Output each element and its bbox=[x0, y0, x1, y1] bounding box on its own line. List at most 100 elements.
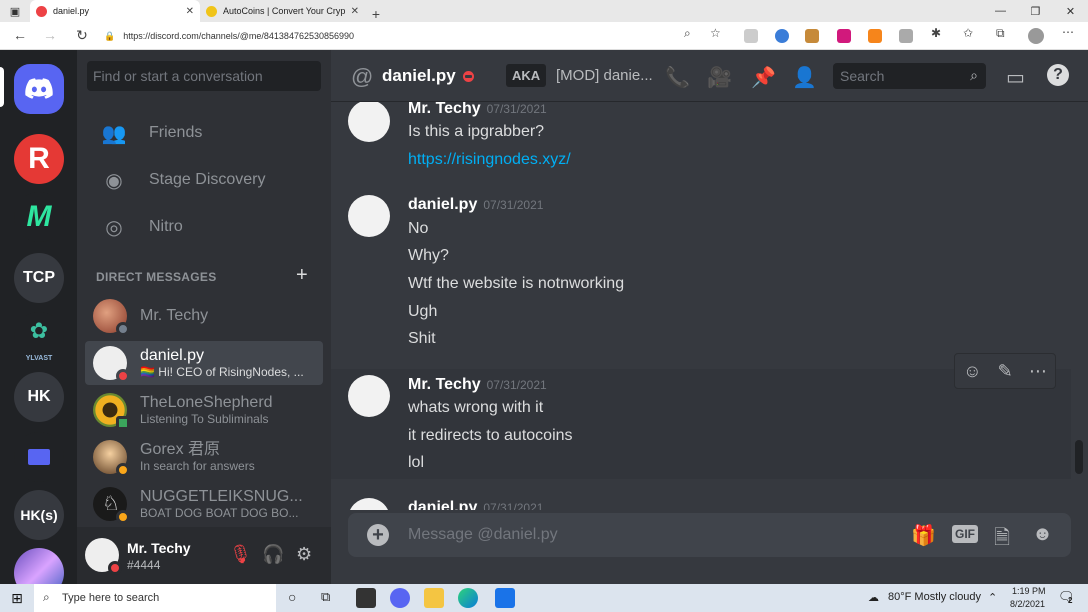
zoom-icon[interactable]: ⌕ bbox=[684, 26, 691, 41]
message-link[interactable]: https://risingnodes.xyz/ bbox=[408, 151, 571, 169]
minimize-icon[interactable]: — bbox=[983, 0, 1018, 22]
dm-item[interactable]: TheLoneShepherd Listening To Subliminals bbox=[85, 388, 323, 432]
extensions-puzzle-icon[interactable]: ✱ bbox=[931, 26, 941, 40]
message-author[interactable]: Mr. Techy 07/31/2021 bbox=[408, 102, 547, 118]
scrollbar[interactable] bbox=[1075, 440, 1083, 474]
upload-plus-icon[interactable]: + bbox=[367, 524, 389, 546]
server-icon-tcp[interactable]: TCP bbox=[14, 253, 64, 303]
favorites-bar-icon[interactable]: ✩ bbox=[963, 26, 973, 40]
favorite-icon[interactable]: ☆ bbox=[710, 26, 721, 40]
store-icon[interactable] bbox=[356, 588, 376, 608]
message-text: Why? bbox=[408, 247, 449, 264]
search-icon: ⌕ bbox=[970, 67, 978, 83]
create-dm-icon[interactable]: + bbox=[296, 264, 308, 287]
close-tab-icon[interactable]: ✕ bbox=[186, 6, 194, 17]
message-text: it redirects to autocoins bbox=[408, 427, 573, 444]
taskbar-search[interactable]: ⌕ Type here to search bbox=[34, 584, 276, 612]
edge-icon[interactable] bbox=[458, 588, 478, 608]
avatar[interactable] bbox=[85, 538, 122, 575]
search-icon: ⌕ bbox=[43, 590, 50, 604]
inbox-icon[interactable]: ▭ bbox=[1006, 65, 1025, 90]
new-tab-button[interactable]: + bbox=[365, 6, 387, 22]
url-field[interactable]: 🔒 https://discord.com/channels/@me/84138… bbox=[104, 25, 732, 47]
avatar[interactable] bbox=[348, 195, 390, 237]
mail-icon[interactable] bbox=[495, 588, 515, 608]
collections-icon[interactable]: ⧉ bbox=[996, 26, 1005, 41]
message-composer[interactable]: + Message @daniel.py 🎁 GIF 🗎 ☻ bbox=[348, 513, 1071, 557]
file-explorer-icon[interactable] bbox=[424, 588, 444, 608]
avatar[interactable] bbox=[348, 498, 390, 510]
extension-icon[interactable] bbox=[775, 29, 789, 43]
cortana-icon[interactable]: ○ bbox=[288, 589, 296, 605]
server-icon-r[interactable]: R bbox=[14, 134, 64, 184]
weather-icon[interactable]: ☁ bbox=[868, 591, 879, 604]
extension-icon[interactable] bbox=[805, 29, 819, 43]
close-tab-icon[interactable]: ✕ bbox=[351, 6, 359, 17]
avatar[interactable] bbox=[348, 102, 390, 142]
server-icon-ylvast[interactable]: ✿ YLVAST bbox=[14, 312, 64, 362]
emoji-icon[interactable]: ☻ bbox=[1032, 523, 1053, 546]
clock-date[interactable]: 8/2/2021 bbox=[1010, 599, 1045, 609]
dm-item[interactable]: ♘ NUGGETLEIKSNUG... BOAT DOG BOAT DOG BO.… bbox=[85, 482, 323, 526]
nav-friends[interactable]: 👥 Friends bbox=[87, 112, 321, 154]
gif-button[interactable]: GIF bbox=[952, 525, 978, 543]
extension-icon[interactable] bbox=[744, 29, 758, 43]
dm-item[interactable]: daniel.py 🏳️‍🌈 Hi! CEO of RisingNodes, ..… bbox=[85, 341, 323, 385]
extension-icon[interactable] bbox=[899, 29, 913, 43]
tab-autocoins[interactable]: AutoCoins | Convert Your Crypto ✕ bbox=[200, 0, 365, 22]
sticker-icon[interactable]: 🗎 bbox=[994, 523, 1010, 557]
server-list: R M TCP ✿ YLVAST HK HK(s) bbox=[0, 50, 77, 598]
task-view-icon[interactable]: ⧉ bbox=[321, 589, 330, 605]
extension-icon[interactable] bbox=[837, 29, 851, 43]
close-window-icon[interactable]: ✕ bbox=[1053, 0, 1088, 22]
back-icon[interactable]: ← bbox=[6, 27, 34, 43]
add-friends-icon[interactable]: 👤 bbox=[792, 65, 817, 90]
dm-item[interactable]: Gorex 君原 In search for answers bbox=[85, 435, 323, 479]
nav-label: Friends bbox=[149, 124, 203, 141]
nav-nitro[interactable]: ◎ Nitro bbox=[87, 206, 321, 248]
dm-item[interactable]: Mr. Techy bbox=[85, 294, 323, 338]
message-input[interactable]: Message @daniel.py bbox=[408, 526, 558, 544]
avatar[interactable] bbox=[348, 375, 390, 417]
tab-discord[interactable]: daniel.py ✕ bbox=[30, 0, 200, 22]
user-panel: Mr. Techy #4444 🎙 🎧 ⚙ bbox=[77, 527, 331, 584]
dm-status: Listening To Subliminals bbox=[140, 412, 269, 426]
message-author[interactable]: daniel.py 07/31/2021 bbox=[408, 499, 543, 510]
message-author[interactable]: daniel.py 07/31/2021 bbox=[408, 196, 543, 214]
weather-text[interactable]: 80°F Mostly cloudy bbox=[888, 591, 981, 603]
refresh-icon[interactable]: ↻ bbox=[68, 27, 96, 44]
window-menu-icon[interactable]: ▣ bbox=[0, 0, 30, 22]
restore-icon[interactable]: ❐ bbox=[1018, 0, 1053, 22]
headphones-icon[interactable]: 🎧 bbox=[262, 544, 284, 565]
clock-time[interactable]: 1:19 PM bbox=[1012, 586, 1046, 596]
gift-icon[interactable]: 🎁 bbox=[911, 523, 936, 548]
find-conversation-input[interactable]: Find or start a conversation bbox=[87, 61, 321, 91]
discord-taskbar-icon[interactable] bbox=[390, 588, 410, 608]
dm-name: TheLoneShepherd bbox=[140, 394, 273, 411]
search-input[interactable]: Search ⌕ bbox=[833, 63, 986, 89]
more-icon[interactable]: ⋯ bbox=[1062, 25, 1074, 39]
pinned-messages-icon[interactable]: 📌 bbox=[751, 65, 776, 90]
server-icon-hk[interactable]: HK bbox=[14, 372, 64, 422]
more-options-icon[interactable]: ⋯ bbox=[1029, 361, 1047, 382]
message-author[interactable]: Mr. Techy 07/31/2021 bbox=[408, 376, 547, 394]
server-icon-m[interactable]: M bbox=[14, 192, 64, 242]
add-reaction-icon[interactable]: ☺ bbox=[963, 361, 981, 382]
server-icon-hks[interactable]: HK(s) bbox=[14, 490, 64, 540]
settings-gear-icon[interactable]: ⚙ bbox=[296, 544, 312, 565]
windows-start-icon[interactable]: ⊞ bbox=[0, 584, 34, 612]
video-call-icon[interactable]: 🎥 bbox=[707, 65, 732, 90]
folder-icon[interactable] bbox=[14, 432, 64, 482]
nav-stage-discovery[interactable]: ◉ Stage Discovery bbox=[87, 159, 321, 201]
forward-icon[interactable]: → bbox=[36, 27, 64, 43]
profile-avatar[interactable] bbox=[1028, 28, 1044, 44]
help-icon[interactable]: ? bbox=[1047, 64, 1069, 86]
mute-icon[interactable]: 🎙 bbox=[229, 544, 252, 565]
taskbar: ⊞ ⌕ Type here to search ○ ⧉ ☁ 80°F Mostl… bbox=[0, 584, 1088, 612]
home-button[interactable] bbox=[14, 64, 64, 114]
browser-chrome: ▣ daniel.py ✕ AutoCoins | Convert Your C… bbox=[0, 0, 1088, 50]
voice-call-icon[interactable]: 📞 bbox=[665, 65, 690, 90]
tray-chevron-icon[interactable]: ⌃ bbox=[988, 591, 997, 604]
edit-icon[interactable]: ✎ bbox=[998, 361, 1013, 382]
metamask-icon[interactable] bbox=[868, 29, 882, 43]
